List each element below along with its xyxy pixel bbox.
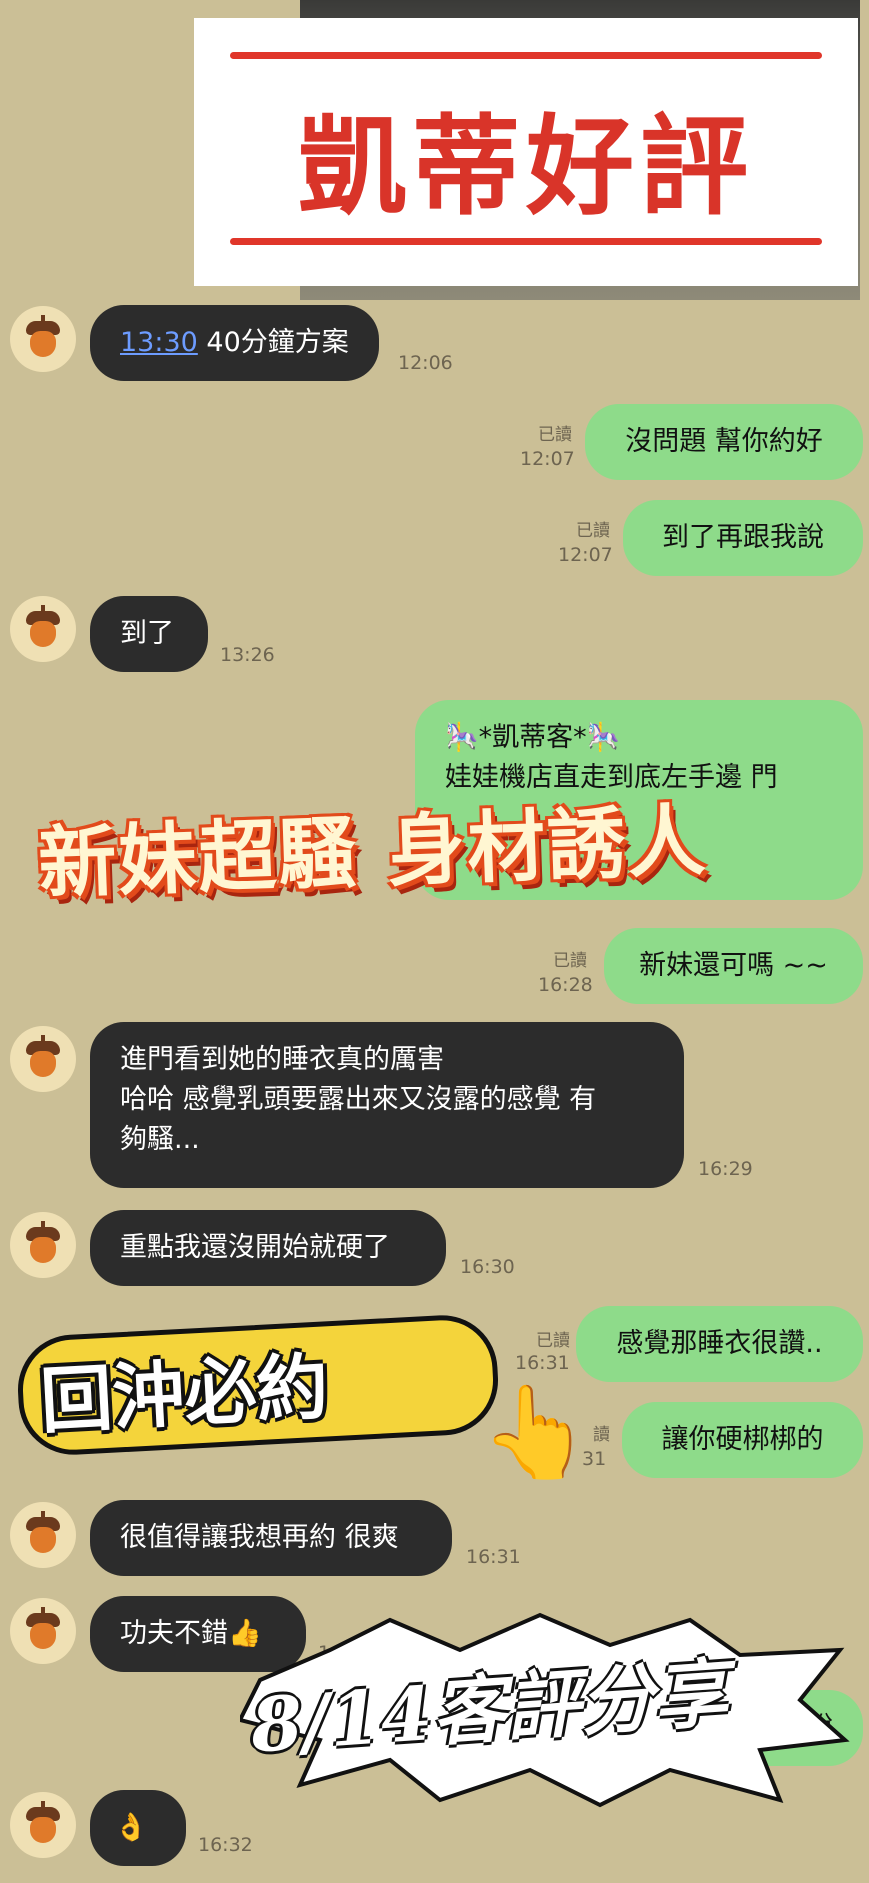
avatar[interactable] <box>10 596 76 662</box>
sticker-text: 回沖必約 <box>38 1344 331 1444</box>
review-banner: 凱蒂好評 <box>194 18 858 286</box>
read-receipt: 已讀 <box>536 1331 570 1351</box>
message-time: 16:32 <box>198 1834 253 1856</box>
acorn-icon <box>26 605 60 649</box>
message-time: 16:31 <box>515 1352 570 1374</box>
acorn-icon <box>26 1221 60 1265</box>
avatar[interactable] <box>10 1026 76 1092</box>
avatar[interactable] <box>10 1598 76 1664</box>
banner-top-rule <box>230 52 822 59</box>
acorn-icon <box>26 1607 60 1651</box>
message-time: 16:30 <box>460 1256 515 1278</box>
avatar[interactable] <box>10 1212 76 1278</box>
message-time: 12:07 <box>520 448 575 470</box>
read-receipt: 已讀 <box>553 951 587 971</box>
message-bubble-received[interactable]: 👌 <box>90 1790 186 1866</box>
message-bubble-sent[interactable]: 新妹還可嗎 ~~ <box>604 928 863 1004</box>
message-text: 40分鐘方案 <box>197 327 349 358</box>
message-text: 🎠*凱蒂客*🎠 <box>445 722 621 753</box>
acorn-icon <box>26 315 60 359</box>
avatar[interactable] <box>10 1502 76 1568</box>
message-time: 12:07 <box>558 544 613 566</box>
message-time: 16:31 <box>466 1546 521 1568</box>
message-bubble-sent[interactable]: 到了再跟我說 <box>623 500 863 576</box>
read-receipt: 已讀 <box>538 425 572 445</box>
headline-overlay: 新妹超騷 身材誘人 <box>36 796 709 910</box>
read-receipt: 已讀 <box>576 521 610 541</box>
message-bubble-sent[interactable]: 讓你硬梆梆的 <box>622 1402 863 1478</box>
acorn-icon <box>26 1801 60 1845</box>
message-bubble-received[interactable]: 重點我還沒開始就硬了 <box>90 1210 446 1286</box>
message-bubble-received[interactable]: 很值得讓我想再約 很爽 <box>90 1500 452 1576</box>
message-time: 12:06 <box>398 352 453 374</box>
pointing-hand-icon: 👆 <box>480 1380 593 1485</box>
message-time: 16:29 <box>698 1158 753 1180</box>
message-time: 16:28 <box>538 974 593 996</box>
message-bubble-sent[interactable]: 感覺那睡衣很讚.. <box>576 1306 863 1382</box>
message-bubble-sent[interactable]: 沒問題 幫你約好 <box>585 404 863 480</box>
message-text: 哈哈 感覺乳頭要露出來又沒露的感覺 有 <box>120 1084 597 1115</box>
banner-title: 凱蒂好評 <box>297 105 754 230</box>
message-bubble-received[interactable]: 進門看到她的睡衣真的厲害 哈哈 感覺乳頭要露出來又沒露的感覺 有 夠騷... <box>90 1022 684 1188</box>
message-bubble-received[interactable]: 到了 <box>90 596 208 672</box>
message-text: 進門看到她的睡衣真的厲害 <box>120 1044 444 1075</box>
time-link[interactable]: 13:30 <box>120 327 198 358</box>
avatar[interactable] <box>10 306 76 372</box>
message-time: 13:26 <box>220 644 275 666</box>
acorn-icon <box>26 1035 60 1079</box>
message-text: 夠騷... <box>120 1124 200 1155</box>
acorn-icon <box>26 1511 60 1555</box>
banner-bottom-rule <box>230 238 822 245</box>
avatar[interactable] <box>10 1792 76 1858</box>
message-bubble-received[interactable]: 13:30 40分鐘方案 <box>90 305 379 381</box>
